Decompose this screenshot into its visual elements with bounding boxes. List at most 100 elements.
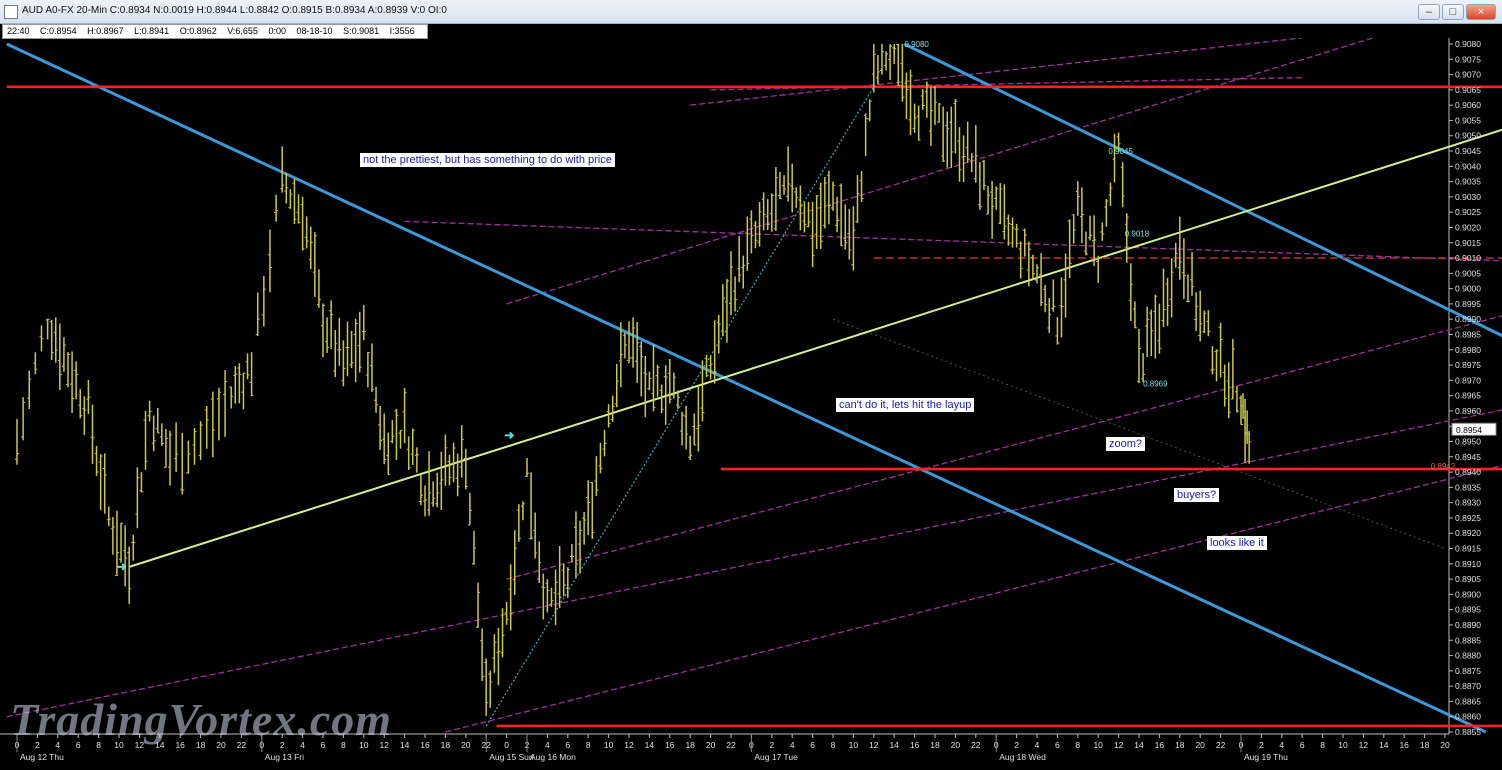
hour-label-39: 6 xyxy=(810,740,815,750)
y-tick-label-33: 0.8915 xyxy=(1455,544,1481,554)
day-label-2: Aug 15 Sun xyxy=(489,752,534,762)
hour-label-29: 10 xyxy=(604,740,614,750)
y-tick-label-10: 0.9030 xyxy=(1455,192,1481,202)
channel-line-2 xyxy=(506,315,1502,580)
hour-label-33: 18 xyxy=(685,740,695,750)
y-tick-label-7: 0.9045 xyxy=(1455,146,1481,156)
day-label-3: Aug 16 Mon xyxy=(530,752,576,762)
hour-label-43: 14 xyxy=(889,740,899,750)
y-tick-label-31: 0.8925 xyxy=(1455,513,1481,523)
hour-label-28: 8 xyxy=(586,740,591,750)
annotation-not-prettiest: not the prettiest, but has something to … xyxy=(360,153,615,167)
hour-label-70: 20 xyxy=(1440,740,1450,750)
y-tick-label-22: 0.8970 xyxy=(1455,375,1481,385)
hour-label-35: 22 xyxy=(726,740,736,750)
y-tick-label-11: 0.9025 xyxy=(1455,207,1481,217)
day-label-1: Aug 13 Fri xyxy=(265,752,304,762)
annotation-cant-do-it: can't do it, lets hit the layup xyxy=(836,398,975,412)
watermark-logo: TradingVortex.com xyxy=(10,694,393,745)
y-tick-label-6: 0.9050 xyxy=(1455,131,1481,141)
trend-lines[interactable] xyxy=(6,38,1502,734)
app-icon xyxy=(4,5,18,19)
y-tick-label-9: 0.9035 xyxy=(1455,177,1481,187)
minimize-button[interactable]: – xyxy=(1418,4,1440,20)
swing-arrow-0 xyxy=(117,563,127,571)
y-tick-label-40: 0.8880 xyxy=(1455,651,1481,661)
y-tick-label-30: 0.8930 xyxy=(1455,498,1481,508)
y-tick-label-37: 0.8895 xyxy=(1455,605,1481,615)
hour-label-46: 20 xyxy=(951,740,961,750)
hour-label-57: 18 xyxy=(1175,740,1185,750)
y-tick-label-8: 0.9040 xyxy=(1455,161,1481,171)
y-tick-label-39: 0.8885 xyxy=(1455,635,1481,645)
info-date: 08-18-10 xyxy=(296,26,333,36)
day-label-4: Aug 17 Tue xyxy=(754,752,798,762)
hour-label-62: 4 xyxy=(1279,740,1284,750)
day-label-5: Aug 18 Wed xyxy=(999,752,1046,762)
y-tick-label-24: 0.8960 xyxy=(1455,406,1481,416)
info-time: 22:40 xyxy=(7,26,30,36)
y-tick-label-18: 0.8990 xyxy=(1455,314,1481,324)
blue-downtrend-upper xyxy=(6,42,1487,734)
channel-line-5 xyxy=(690,38,1303,106)
hour-label-50: 4 xyxy=(1035,740,1040,750)
price-label-3: 0.8969 xyxy=(1143,379,1168,388)
maximize-button[interactable]: □ xyxy=(1442,4,1464,20)
info-low: L:0.8941 xyxy=(134,26,170,36)
y-tick-label-35: 0.8905 xyxy=(1455,574,1481,584)
price-label-0: 0.9080 xyxy=(904,40,929,49)
hour-label-56: 16 xyxy=(1155,740,1165,750)
hour-label-44: 16 xyxy=(910,740,920,750)
annotation-looks-like-it: looks like it xyxy=(1207,536,1267,550)
hour-label-34: 20 xyxy=(706,740,716,750)
y-tick-label-13: 0.9015 xyxy=(1455,238,1481,248)
y-tick-label-36: 0.8900 xyxy=(1455,589,1481,599)
y-tick-label-34: 0.8910 xyxy=(1455,559,1481,569)
price-label-2: 0.9018 xyxy=(1125,230,1150,239)
info-s: S:0.9081 xyxy=(343,26,380,36)
hour-label-32: 16 xyxy=(665,740,675,750)
hour-label-21: 18 xyxy=(441,740,451,750)
price-bars xyxy=(15,44,1252,716)
hour-label-22: 20 xyxy=(461,740,471,750)
y-tick-label-45: 0.8855 xyxy=(1455,727,1481,737)
price-label-4: 0.8942 xyxy=(1431,462,1456,471)
hour-label-37: 2 xyxy=(769,740,774,750)
info-open: O:0.8962 xyxy=(179,26,217,36)
window-titlebar[interactable]: AUD A0-FX 20-Min C:0.8934 N:0.0019 H:0.8… xyxy=(0,0,1502,24)
day-label-0: Aug 12 Thu xyxy=(20,752,64,762)
channel-line-1 xyxy=(445,464,1502,733)
quote-info-bar: 22:40 C:0.8954 H:0.8967 L:0.8941 O:0.896… xyxy=(2,24,428,39)
hour-label-59: 22 xyxy=(1216,740,1226,750)
hour-label-40: 8 xyxy=(831,740,836,750)
hour-label-38: 4 xyxy=(790,740,795,750)
hour-label-65: 10 xyxy=(1338,740,1348,750)
price-label-1: 0.9045 xyxy=(1108,147,1133,156)
channel-line-0 xyxy=(6,409,1502,718)
close-button[interactable]: × xyxy=(1466,4,1496,20)
hour-label-66: 12 xyxy=(1359,740,1369,750)
hour-label-54: 12 xyxy=(1114,740,1124,750)
y-tick-label-14: 0.9010 xyxy=(1455,253,1481,263)
y-tick-label-28: 0.8940 xyxy=(1455,467,1481,477)
y-tick-label-19: 0.8985 xyxy=(1455,329,1481,339)
hour-label-27: 6 xyxy=(565,740,570,750)
hour-label-58: 20 xyxy=(1195,740,1205,750)
day-label-6: Aug 19 Thu xyxy=(1244,752,1288,762)
hour-label-19: 14 xyxy=(400,740,410,750)
hour-label-67: 14 xyxy=(1379,740,1389,750)
hour-label-52: 8 xyxy=(1075,740,1080,750)
price-chart[interactable]: 0.9080 0.9045 0.9018 0.8969 0.8942 0.9080 0.9… xyxy=(0,38,1502,770)
hour-label-51: 6 xyxy=(1055,740,1060,750)
hour-label-69: 18 xyxy=(1420,740,1430,750)
y-tick-label-2: 0.9070 xyxy=(1455,70,1481,80)
hour-label-47: 22 xyxy=(971,740,981,750)
y-tick-label-20: 0.8980 xyxy=(1455,345,1481,355)
y-tick-label-12: 0.9020 xyxy=(1455,222,1481,232)
y-tick-label-41: 0.8875 xyxy=(1455,666,1481,676)
hour-label-45: 18 xyxy=(930,740,940,750)
y-tick-label-42: 0.8870 xyxy=(1455,681,1481,691)
y-tick-label-43: 0.8865 xyxy=(1455,696,1481,706)
hour-label-26: 4 xyxy=(545,740,550,750)
y-tick-label-32: 0.8920 xyxy=(1455,528,1481,538)
